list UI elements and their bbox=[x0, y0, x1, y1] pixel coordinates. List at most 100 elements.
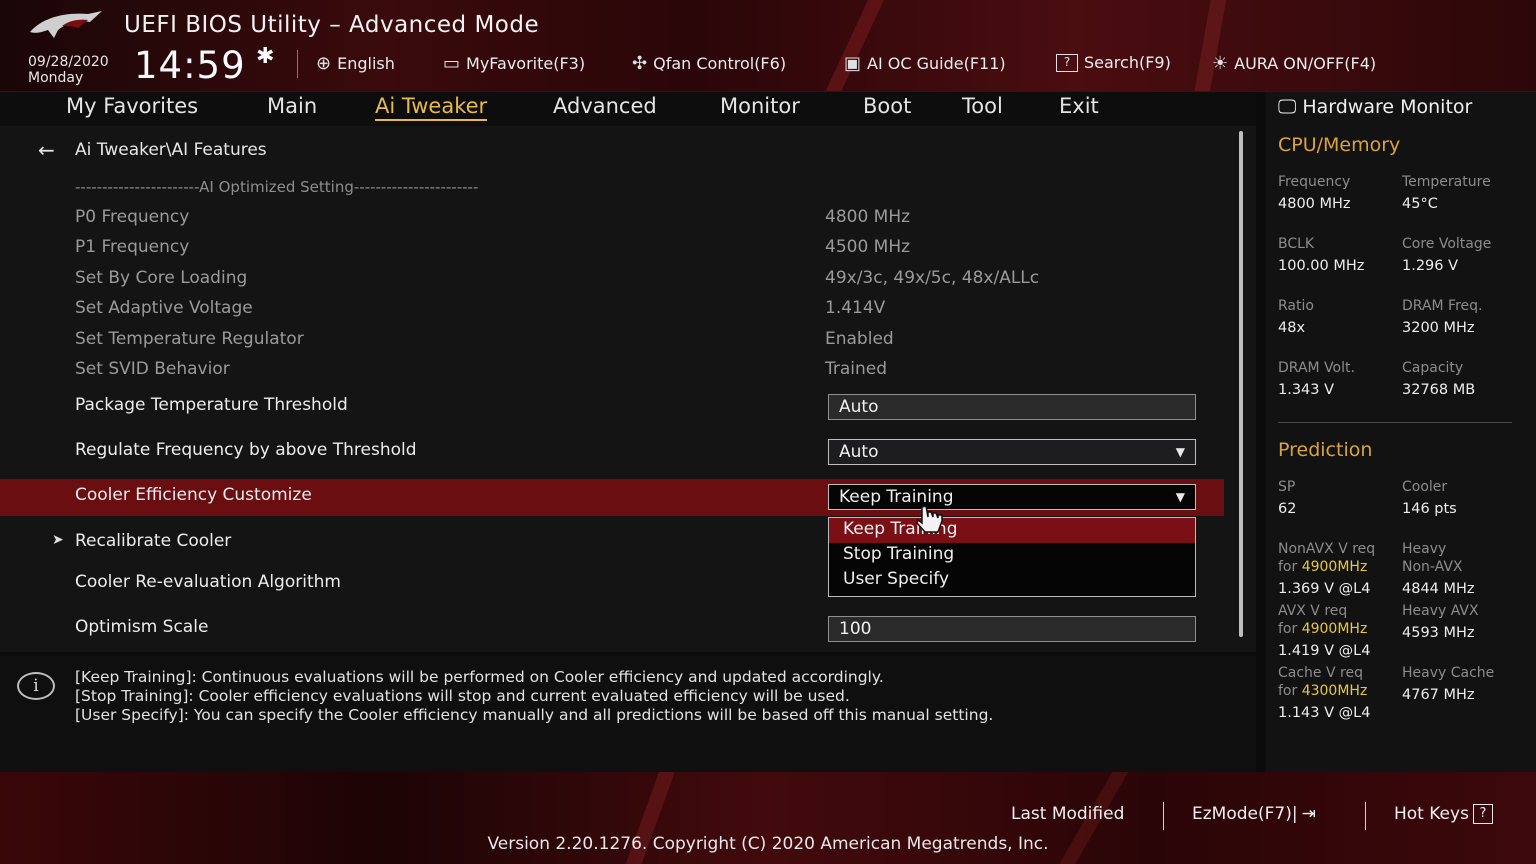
help-text-line: [Stop Training]: Cooler efficiency evalu… bbox=[75, 687, 850, 705]
for-text: for bbox=[1278, 621, 1298, 637]
breadcrumb: Ai Tweaker\AI Features bbox=[75, 140, 267, 160]
help-panel: i [Keep Training]: Continuous evaluation… bbox=[0, 656, 1256, 772]
info-icon: i bbox=[17, 672, 55, 700]
hardware-monitor-label: Hardware Monitor bbox=[1302, 96, 1473, 118]
back-arrow-icon[interactable]: ← bbox=[38, 138, 55, 162]
setting-value: Trained bbox=[825, 359, 888, 379]
cache-freq: 4300MHz bbox=[1301, 683, 1368, 699]
tab-boot[interactable]: Boot bbox=[863, 94, 911, 118]
hot-keys-button[interactable]: Hot Keys ? bbox=[1394, 804, 1493, 824]
footer-bar: Last Modified EzMode(F7)| ⇥ Hot Keys ? V… bbox=[0, 772, 1536, 864]
dram-volt-value: 1.343 V bbox=[1278, 382, 1335, 398]
temperature-label: Temperature bbox=[1402, 174, 1491, 190]
dram-volt-label: DRAM Volt. bbox=[1278, 360, 1355, 376]
setting-label: Set SVID Behavior bbox=[75, 359, 230, 379]
search-button[interactable]: ? Search(F9) bbox=[1056, 53, 1171, 72]
dram-freq-label: DRAM Freq. bbox=[1402, 298, 1483, 314]
frequency-label: Frequency bbox=[1278, 174, 1351, 190]
heavy-label: Heavy bbox=[1402, 541, 1447, 557]
tab-my-favorites[interactable]: My Favorites bbox=[66, 94, 198, 118]
setting-label: Set By Core Loading bbox=[75, 268, 248, 288]
dropdown-option-stop-training[interactable]: Stop Training bbox=[829, 543, 1195, 568]
heavy-nonavx-label: Non-AVX bbox=[1402, 559, 1463, 575]
ai-oc-guide-label: AI OC Guide(F11) bbox=[867, 54, 1006, 73]
tab-main[interactable]: Main bbox=[267, 94, 317, 118]
dram-freq-value: 3200 MHz bbox=[1402, 320, 1475, 336]
tab-advanced[interactable]: Advanced bbox=[553, 94, 657, 118]
settings-panel: ← Ai Tweaker\AI Features ---------------… bbox=[0, 126, 1256, 652]
dropdown-option-user-specify[interactable]: User Specify bbox=[829, 568, 1195, 593]
bclk-label: BCLK bbox=[1278, 236, 1315, 252]
cpu-memory-heading: CPU/Memory bbox=[1278, 134, 1401, 156]
ratio-label: Ratio bbox=[1278, 298, 1314, 314]
gear-icon[interactable]: ✱ bbox=[256, 44, 274, 69]
heavy-nonavx-value: 4844 MHz bbox=[1402, 581, 1475, 597]
cooler-reevaluation-label: Cooler Re-evaluation Algorithm bbox=[75, 572, 341, 592]
clock-display: 14:59 bbox=[134, 44, 246, 87]
capacity-value: 32768 MB bbox=[1402, 382, 1476, 398]
chevron-down-icon: ▼ bbox=[1175, 445, 1185, 459]
ai-oc-guide-button[interactable]: ▣ AI OC Guide(F11) bbox=[844, 53, 1006, 74]
setting-label: Set Temperature Regulator bbox=[75, 329, 304, 349]
optimism-scale-label: Optimism Scale bbox=[75, 617, 209, 637]
language-label: English bbox=[337, 54, 395, 73]
ezmode-button[interactable]: EzMode(F7)| ⇥ bbox=[1192, 804, 1316, 824]
setting-value: 1.414V bbox=[825, 298, 886, 318]
heavy-cache-value: 4767 MHz bbox=[1402, 687, 1475, 703]
field-value: 100 bbox=[839, 619, 872, 639]
nonavx-vreq-value: 1.369 V @L4 bbox=[1278, 581, 1371, 597]
heavy-cache-label: Heavy Cache bbox=[1402, 665, 1495, 681]
regulate-frequency-select[interactable]: Auto ▼ bbox=[828, 439, 1196, 465]
field-value: Auto bbox=[839, 397, 879, 417]
aura-button[interactable]: ☀ AURA ON/OFF(F4) bbox=[1212, 53, 1376, 74]
tab-monitor[interactable]: Monitor bbox=[720, 94, 800, 118]
date-display: 09/28/2020 Monday bbox=[28, 54, 109, 86]
package-temp-threshold-field[interactable]: Auto bbox=[828, 394, 1196, 420]
footer-divider bbox=[1163, 802, 1164, 830]
favorite-icon: ▭ bbox=[443, 53, 461, 74]
heavy-avx-value: 4593 MHz bbox=[1402, 625, 1475, 641]
aura-light-icon: ☀ bbox=[1212, 53, 1229, 74]
globe-icon: ⊕ bbox=[316, 53, 332, 74]
setting-value: 4800 MHz bbox=[825, 207, 911, 227]
scrollbar[interactable] bbox=[1239, 131, 1243, 637]
avx-for-line: for 4900MHz bbox=[1278, 621, 1367, 637]
top-header: UEFI BIOS Utility – Advanced Mode 09/28/… bbox=[0, 0, 1536, 92]
rog-logo-icon bbox=[30, 11, 102, 38]
dropdown-option-keep-training[interactable]: Keep Training bbox=[829, 518, 1195, 543]
tab-tool[interactable]: Tool bbox=[962, 94, 1003, 118]
hw-divider bbox=[1278, 422, 1512, 423]
myfavorite-label: MyFavorite(F3) bbox=[466, 54, 586, 73]
cooler-efficiency-select[interactable]: Keep Training ▼ bbox=[828, 484, 1196, 510]
recalibrate-cooler-item[interactable]: Recalibrate Cooler bbox=[75, 531, 231, 551]
language-button[interactable]: ⊕ English bbox=[316, 53, 395, 74]
footer-divider bbox=[1365, 802, 1366, 830]
select-value: Auto bbox=[839, 442, 879, 462]
for-text: for bbox=[1278, 683, 1298, 699]
last-modified-button[interactable]: Last Modified bbox=[1011, 804, 1124, 824]
tab-exit[interactable]: Exit bbox=[1059, 94, 1099, 118]
tab-ai-tweaker[interactable]: Ai Tweaker bbox=[375, 94, 488, 121]
cache-vreq-value: 1.143 V @L4 bbox=[1278, 705, 1371, 721]
myfavorite-button[interactable]: ▭ MyFavorite(F3) bbox=[443, 53, 585, 74]
for-text: for bbox=[1278, 559, 1298, 575]
ai-chip-icon: ▣ bbox=[844, 53, 862, 74]
help-text-line: [Keep Training]: Continuous evaluations … bbox=[75, 668, 884, 686]
aura-label: AURA ON/OFF(F4) bbox=[1234, 54, 1377, 73]
version-copyright: Version 2.20.1276. Copyright (C) 2020 Am… bbox=[487, 834, 1049, 854]
help-text-line: [User Specify]: You can specify the Cool… bbox=[75, 706, 994, 724]
hand-cursor-icon bbox=[916, 505, 943, 533]
setting-label: P1 Frequency bbox=[75, 237, 190, 257]
hardware-monitor-panel: 🖵 Hardware Monitor CPU/Memory Frequency … bbox=[1266, 92, 1536, 772]
section-heading: -----------------------AI Optimized Sett… bbox=[75, 178, 479, 196]
qfan-button[interactable]: ✣ Qfan Control(F6) bbox=[632, 53, 786, 74]
exit-arrow-icon: ⇥ bbox=[1301, 804, 1316, 824]
monitor-icon: 🖵 bbox=[1278, 96, 1297, 118]
sp-value: 62 bbox=[1278, 501, 1297, 517]
cache-for-line: for 4300MHz bbox=[1278, 683, 1367, 699]
main-tabs: My Favorites Main Ai Tweaker Advanced Mo… bbox=[0, 92, 1256, 126]
chevron-down-icon: ▼ bbox=[1175, 490, 1185, 504]
optimism-scale-field[interactable]: 100 bbox=[828, 616, 1196, 642]
nonavx-freq: 4900MHz bbox=[1301, 559, 1368, 575]
nonavx-vreq-label: NonAVX V req bbox=[1278, 541, 1376, 557]
